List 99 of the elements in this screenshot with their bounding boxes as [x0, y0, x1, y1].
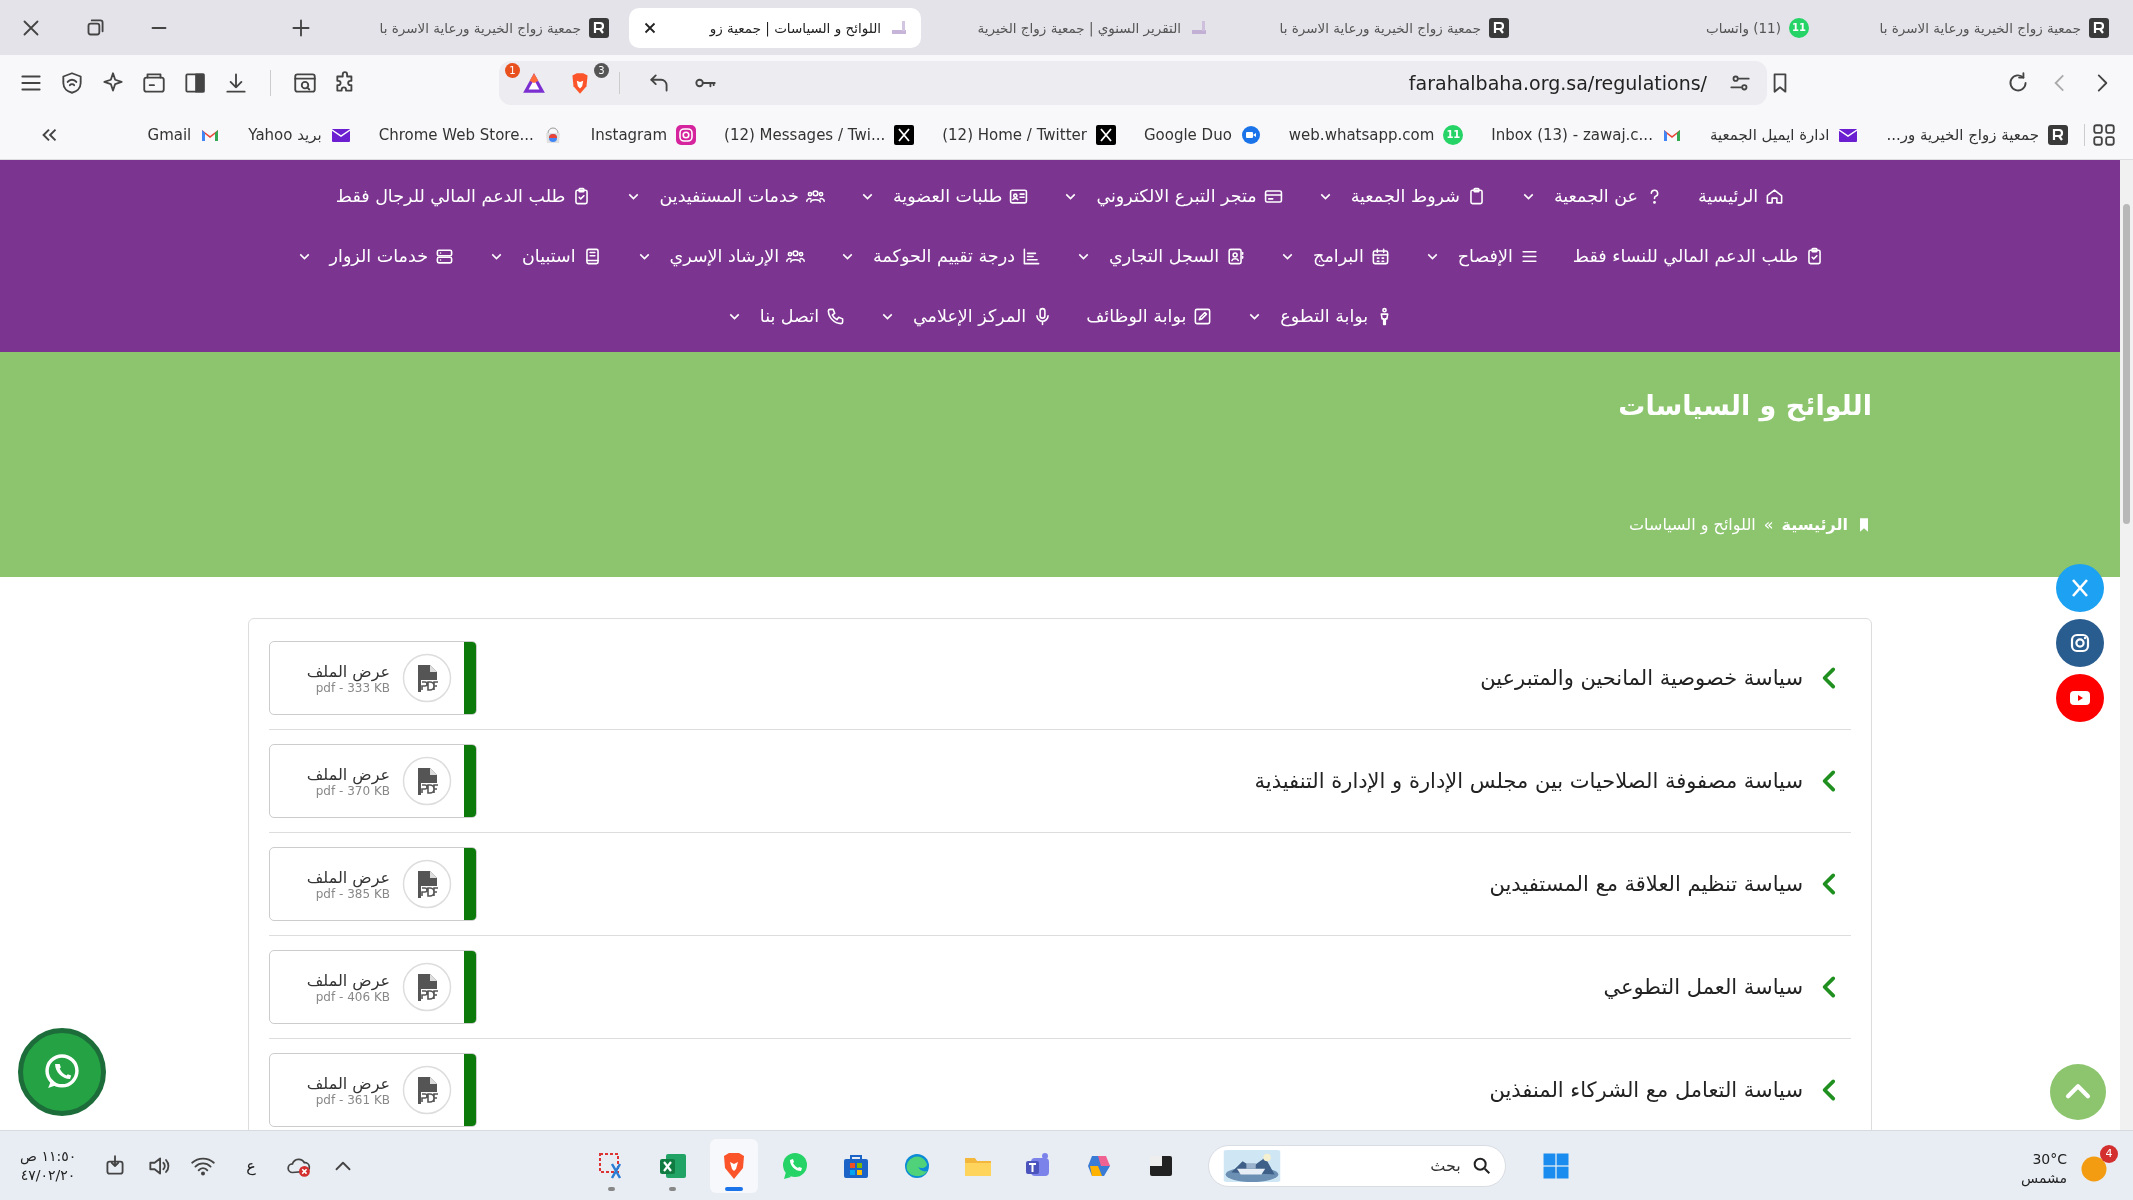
calendar-icon	[1370, 246, 1390, 266]
accent-strip	[464, 745, 476, 817]
notification-badge: 4	[2100, 1144, 2118, 1163]
home-icon	[1765, 186, 1785, 206]
bookmark-item[interactable]: web.whatsapp.com 11	[1288, 124, 1464, 145]
nav-link[interactable]: اتصل بنا	[725, 306, 845, 326]
instagram-link-icon[interactable]	[2056, 619, 2104, 667]
x-link-icon[interactable]	[2056, 564, 2104, 612]
nav-link[interactable]: الرئيسية	[1697, 186, 1785, 206]
nav-link[interactable]: خدمات الزوار	[295, 246, 454, 266]
nav-link[interactable]: طلبات العضوية	[858, 186, 1029, 206]
nav-link[interactable]: طلب الدعم المالي للنساء فقط	[1572, 246, 1825, 266]
logo-icon	[2089, 17, 2109, 38]
logo-icon	[589, 17, 609, 38]
accent-strip	[464, 848, 476, 920]
youtube-link-icon[interactable]	[2056, 674, 2104, 722]
browser-tab[interactable]: التقرير السنوي | جمعية زواج الخيرية	[929, 7, 1221, 48]
accent-strip	[464, 1054, 476, 1126]
bookmark-item[interactable]: Google Duo	[1143, 124, 1261, 145]
document-title[interactable]: سياسة تنظيم العلاقة مع المستفيدين	[1489, 872, 1803, 896]
input-language-indicator[interactable]: ع	[246, 1156, 256, 1175]
file-size-label: pdf - 361 KB	[315, 1092, 390, 1107]
browser-tab[interactable]: جمعية زواج الخيرية ورعاية الاسرة با	[1229, 7, 1521, 48]
breadcrumb-separator: »	[1763, 515, 1774, 534]
view-file-label: عرض الملف	[306, 867, 390, 887]
shield-icon[interactable]	[59, 69, 85, 96]
clock[interactable]: ١١:٥٠ ص ٤٧/٠٢/٢٠	[20, 1147, 77, 1184]
document-title[interactable]: سياسة العمل التطوعي	[1603, 975, 1803, 999]
notification-badge: 1	[505, 62, 520, 78]
nav-link[interactable]: بوابة الوظائف	[1086, 306, 1213, 326]
nav-link[interactable]: طلب الدعم المالي للرجال فقط	[335, 186, 592, 206]
nav-link[interactable]: البرامج	[1279, 246, 1390, 266]
search-input[interactable]: بحث	[1294, 1155, 1463, 1176]
weather-condition-text: مشمس	[2021, 1168, 2067, 1188]
document-title[interactable]: سياسة خصوصية المانحين والمتبرعين	[1480, 666, 1803, 690]
file-size-label: pdf - 370 KB	[315, 783, 390, 798]
chat-badge-icon: 11	[1443, 124, 1464, 145]
pdf-file-icon	[402, 653, 452, 703]
pdf-file-icon	[402, 962, 452, 1012]
nav-link[interactable]: بوابة التطوع	[1246, 306, 1395, 326]
bookmark-item[interactable]: (12) Messages / Twi...	[724, 124, 915, 145]
chart-icon	[1021, 246, 1041, 266]
nav-link[interactable]: متجر التبرع الالكتروني	[1062, 186, 1283, 206]
bookmark-item[interactable]: Instagram	[590, 124, 697, 145]
nav-link[interactable]: درجة تقييم الحوكمة	[839, 246, 1041, 266]
nav-link[interactable]: شروط الجمعية	[1316, 186, 1486, 206]
bookmark-item[interactable]: بريد Yahoo	[248, 124, 351, 145]
bookmark-item[interactable]: جمعية زواج الخيرية ور...	[1886, 124, 2068, 145]
accent-strip	[464, 951, 476, 1023]
idcard-icon	[1009, 186, 1029, 206]
camera-icon	[676, 124, 697, 145]
contact-icon	[1226, 246, 1246, 266]
nav-link[interactable]: استبيان	[488, 246, 602, 266]
browser-tab[interactable]: جمعية زواج الخيرية ورعاية الاسرة با	[1829, 7, 2121, 48]
url-text: farahalbaha.org.sa/regulations/	[1407, 71, 1707, 94]
view-file-label: عرض الملف	[306, 764, 390, 784]
browser-tab[interactable]: جمعية زواج الخيرية ورعاية الاسرة با	[329, 7, 621, 48]
document-title[interactable]: سياسة التعامل مع الشركاء المنفذين	[1489, 1078, 1803, 1102]
nav-link[interactable]: الإفصاح	[1423, 246, 1539, 266]
pdf-file-icon	[402, 1065, 452, 1115]
file-size-label: pdf - 385 KB	[315, 886, 390, 901]
video-icon	[1240, 124, 1261, 145]
scrollbar[interactable]	[2120, 160, 2133, 1130]
view-file-label: عرض الملف	[306, 661, 390, 681]
pdf-file-icon	[402, 756, 452, 806]
edit-icon	[1193, 306, 1213, 326]
accent-strip	[464, 642, 476, 714]
nav-link[interactable]: خدمات المستفيدين	[625, 186, 825, 206]
file-size-label: pdf - 333 KB	[315, 680, 390, 695]
nav-link[interactable]: المركز الإعلامي	[879, 306, 1053, 326]
browser-tab[interactable]: اللوائح و السياسات | جمعية زو	[629, 7, 921, 48]
bookmark-item[interactable]: Chrome Web Store...	[378, 124, 563, 145]
x-logo-icon	[894, 124, 915, 145]
pdf-file-icon	[402, 859, 452, 909]
bookmark-item[interactable]: ادارة ايميل الجمعية	[1709, 124, 1859, 145]
phone-icon	[826, 306, 845, 326]
apps-grid-icon[interactable]	[2091, 121, 2117, 148]
breadcrumb-current: اللوائح و السياسات	[1629, 515, 1756, 534]
temperature-text: 30°C	[2032, 1149, 2067, 1169]
notification-badge: 3	[594, 62, 609, 78]
chat-badge-icon: 11	[1789, 17, 1809, 38]
bookmark-item[interactable]: (12) Home / Twitter	[942, 124, 1116, 145]
server-icon	[435, 246, 454, 266]
bookmark-item[interactable]: Inbox (13) - zawaj.c...	[1491, 124, 1682, 145]
brave-app-icon[interactable]	[709, 1138, 758, 1193]
file-size-label: pdf - 406 KB	[315, 989, 390, 1004]
search-bar[interactable]: بحث	[1207, 1144, 1506, 1187]
view-file-label: عرض الملف	[306, 970, 390, 990]
view-file-label: عرض الملف	[306, 1073, 390, 1093]
nav-link[interactable]: عن الجمعية	[1519, 186, 1664, 206]
document-title[interactable]: سياسة مصفوفة الصلاحيات بين مجلس الإدارة و الإدارة التنفيذية	[1254, 769, 1803, 793]
bookmark-item[interactable]: Gmail	[147, 124, 221, 145]
x-logo-icon	[1095, 124, 1116, 145]
address-bar[interactable]: 1 3 farahalbaha.org.sa/regulations/	[499, 60, 1767, 105]
nav-link[interactable]: السجل التجاري	[1074, 246, 1246, 266]
nav-link[interactable]: الإرشاد الإسري	[635, 246, 806, 266]
logo-icon	[1489, 17, 1509, 38]
page-title: اللوائح و السياسات	[1617, 390, 1872, 421]
logo-icon	[2048, 124, 2068, 145]
